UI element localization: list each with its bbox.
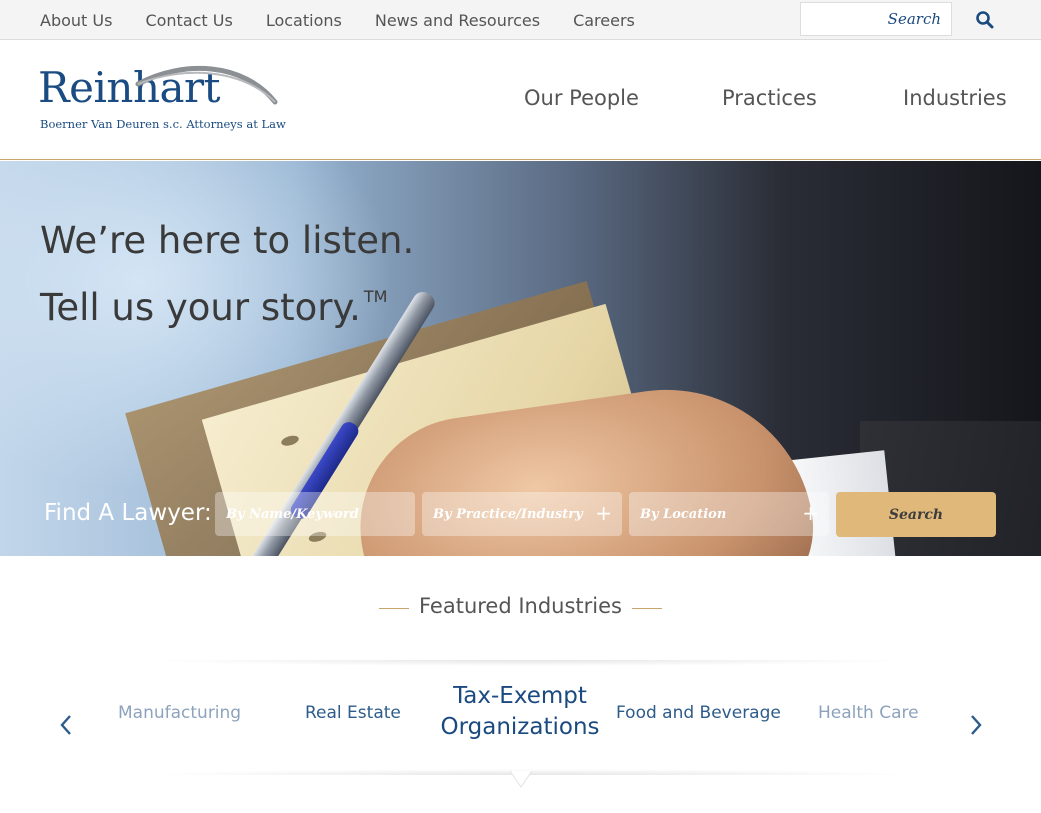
- featured-industries-title: Featured Industries: [418, 594, 622, 618]
- utility-nav: About Us Contact Us Locations News and R…: [40, 0, 668, 40]
- site-header: Reinhart Boerner Van Deuren s.c. Attorne…: [0, 40, 1041, 160]
- industry-tax-exempt-organizations[interactable]: Tax-Exempt Organizations: [435, 681, 605, 743]
- site-logo[interactable]: Reinhart Boerner Van Deuren s.c. Attorne…: [38, 63, 286, 136]
- industry-food-and-beverage[interactable]: Food and Beverage: [616, 703, 781, 723]
- location-select[interactable]: By Location +: [629, 492, 829, 536]
- active-indicator-notch: [510, 771, 532, 788]
- industry-health-care[interactable]: Health Care: [818, 703, 919, 723]
- hero-tagline-line-1: We’re here to listen.: [40, 219, 415, 262]
- utility-link-about-us[interactable]: About Us: [40, 11, 112, 30]
- industry-manufacturing[interactable]: Manufacturing: [118, 703, 241, 723]
- featured-industries-heading: Featured Industries: [0, 594, 1041, 618]
- industry-real-estate[interactable]: Real Estate: [305, 703, 401, 723]
- logo-tagline: Boerner Van Deuren s.c. Attorneys at Law: [40, 117, 286, 131]
- utility-link-careers[interactable]: Careers: [573, 11, 635, 30]
- search-icon[interactable]: [975, 10, 995, 30]
- hero-tagline: We’re here to listen. Tell us your story…: [40, 213, 414, 336]
- nav-our-people[interactable]: Our People: [524, 86, 639, 110]
- site-search-box: [800, 2, 952, 36]
- heading-rule-right: [632, 608, 662, 609]
- site-search-input[interactable]: [801, 3, 951, 35]
- logo-swoosh-icon: [135, 66, 278, 105]
- chevron-left-icon[interactable]: [56, 712, 76, 738]
- hero-tagline-line-2: Tell us your story. TM: [40, 269, 414, 336]
- hero-banner: We’re here to listen. Tell us your story…: [0, 161, 1041, 556]
- nav-industries[interactable]: Industries: [903, 86, 1007, 110]
- plus-icon: +: [595, 501, 612, 525]
- pad-hole: [280, 433, 300, 448]
- utility-link-contact-us[interactable]: Contact Us: [145, 11, 232, 30]
- utility-link-news-and-resources[interactable]: News and Resources: [375, 11, 540, 30]
- practice-industry-select-label: By Practice/Industry: [433, 506, 583, 522]
- lawyer-name-input[interactable]: [215, 492, 415, 536]
- location-select-label: By Location: [640, 506, 727, 522]
- find-lawyer-search-button[interactable]: Search: [836, 492, 996, 537]
- nav-practices[interactable]: Practices: [722, 86, 817, 110]
- chevron-right-icon[interactable]: [966, 712, 986, 738]
- carousel-top-shadow: [140, 660, 920, 666]
- plus-icon: +: [802, 501, 819, 525]
- practice-industry-select[interactable]: By Practice/Industry +: [422, 492, 622, 536]
- utility-link-locations[interactable]: Locations: [266, 11, 342, 30]
- utility-bar: About Us Contact Us Locations News and R…: [0, 0, 1041, 40]
- hero-tagline-line-2-text: Tell us your story.: [40, 286, 361, 329]
- heading-rule-left: [378, 608, 409, 609]
- lawyer-name-field: [215, 492, 415, 536]
- find-lawyer-label: Find A Lawyer:: [44, 500, 212, 526]
- trademark-symbol: TM: [363, 287, 388, 306]
